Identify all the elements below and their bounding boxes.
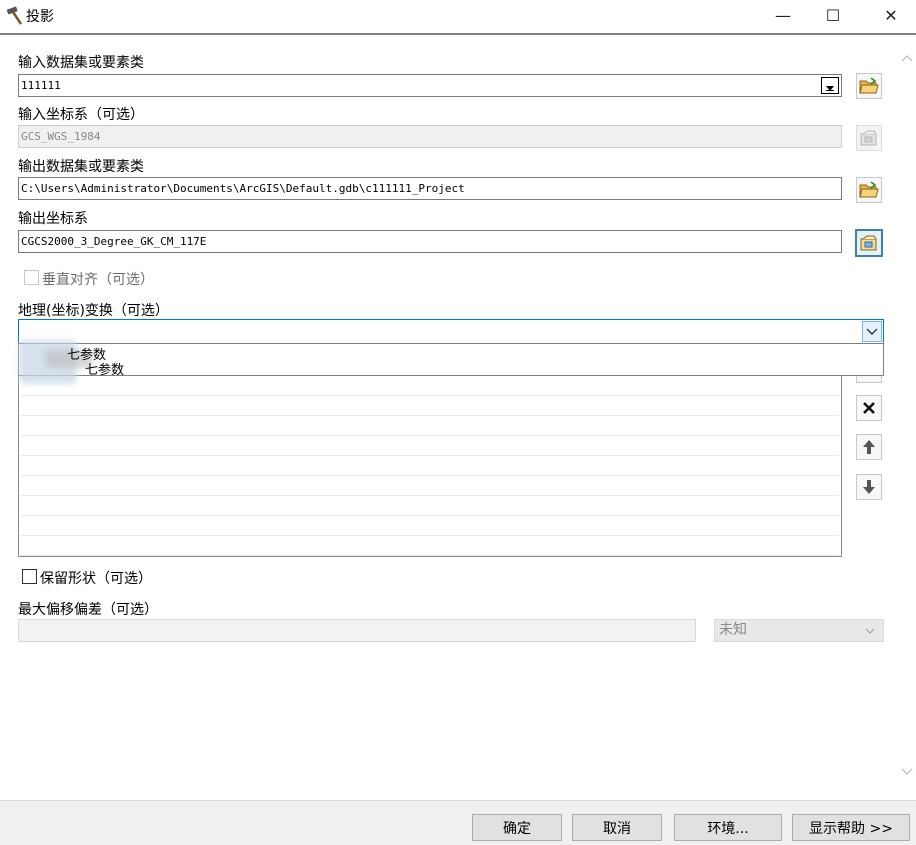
x-icon bbox=[863, 402, 875, 414]
spatial-reference-icon bbox=[860, 130, 877, 146]
folder-open-icon bbox=[859, 181, 879, 198]
maximize-button[interactable]: ☐ bbox=[810, 0, 856, 30]
browse-input-button[interactable] bbox=[856, 73, 882, 99]
cancel-button[interactable]: 取消 bbox=[572, 814, 662, 841]
arrow-down-icon bbox=[863, 480, 875, 494]
chevron-down-icon[interactable] bbox=[901, 768, 913, 776]
list-row bbox=[21, 456, 839, 476]
transform-dropdown[interactable] bbox=[18, 319, 884, 344]
ok-button[interactable]: 确定 bbox=[472, 814, 562, 841]
input-cs-label: 输入坐标系（可选） bbox=[18, 107, 144, 123]
output-dataset-label: 输出数据集或要素类 bbox=[18, 159, 144, 175]
vertical-scrollbar[interactable] bbox=[898, 38, 916, 798]
input-cs-value: GCS_WGS_1984 bbox=[21, 130, 101, 143]
vertical-label: 垂直对齐（可选） bbox=[42, 272, 154, 288]
input-dataset-combo[interactable]: 111111 bbox=[18, 74, 842, 97]
move-down-button[interactable] bbox=[856, 474, 882, 500]
input-cs-field: GCS_WGS_1984 bbox=[18, 125, 842, 148]
list-row bbox=[21, 376, 839, 396]
transform-label: 地理(坐标)变换（可选） bbox=[18, 303, 169, 319]
output-cs-properties-button[interactable] bbox=[855, 229, 883, 257]
transform-option-2[interactable]: 七参数 bbox=[85, 359, 124, 378]
show-help-button[interactable]: 显示帮助 >> bbox=[792, 814, 910, 841]
input-dataset-value: 111111 bbox=[21, 79, 61, 92]
max-offset-input bbox=[18, 619, 696, 642]
chevron-down-icon[interactable] bbox=[821, 77, 839, 94]
output-cs-label: 输出坐标系 bbox=[18, 211, 88, 227]
unit-select: 未知 bbox=[714, 619, 884, 642]
list-row bbox=[21, 436, 839, 456]
vertical-checkbox bbox=[24, 270, 39, 285]
close-button[interactable]: ✕ bbox=[868, 0, 914, 30]
preserve-shape-checkbox[interactable] bbox=[22, 569, 37, 584]
input-cs-properties-button bbox=[856, 125, 882, 151]
title-divider bbox=[0, 33, 916, 35]
arrow-up-icon bbox=[863, 440, 875, 454]
input-dataset-label: 输入数据集或要素类 bbox=[18, 55, 144, 71]
chevron-down-icon bbox=[865, 628, 875, 634]
minimize-button[interactable]: — bbox=[760, 0, 806, 30]
hammer-icon bbox=[4, 6, 24, 26]
environments-button[interactable]: 环境... bbox=[674, 814, 782, 841]
move-up-button[interactable] bbox=[856, 434, 882, 460]
list-row bbox=[21, 476, 839, 496]
chevron-down-icon[interactable] bbox=[862, 321, 882, 342]
output-cs-input[interactable]: CGCS2000_3_Degree_GK_CM_117E bbox=[18, 230, 842, 253]
list-row bbox=[21, 396, 839, 416]
window-title: 投影 bbox=[26, 9, 54, 25]
folder-open-icon bbox=[859, 77, 879, 94]
transform-options-list[interactable]: 七参数 七参数 bbox=[18, 340, 884, 384]
spatial-reference-icon bbox=[860, 235, 877, 251]
preserve-shape-label: 保留形状（可选） bbox=[40, 571, 152, 587]
list-row bbox=[21, 416, 839, 436]
transform-list[interactable] bbox=[18, 345, 842, 557]
chevron-up-icon[interactable] bbox=[901, 54, 913, 62]
unit-value: 未知 bbox=[719, 622, 747, 638]
title-bar: 投影 — ☐ ✕ bbox=[0, 0, 916, 32]
list-row bbox=[21, 496, 839, 516]
output-dataset-input[interactable]: C:\Users\Administrator\Documents\ArcGIS\… bbox=[18, 177, 842, 200]
remove-button[interactable] bbox=[856, 395, 882, 421]
max-offset-label: 最大偏移偏差（可选） bbox=[18, 602, 158, 618]
browse-output-button[interactable] bbox=[856, 177, 882, 203]
output-cs-value: CGCS2000_3_Degree_GK_CM_117E bbox=[21, 235, 207, 248]
list-row bbox=[21, 536, 839, 556]
list-row bbox=[21, 516, 839, 536]
output-dataset-value: C:\Users\Administrator\Documents\ArcGIS\… bbox=[21, 182, 465, 195]
